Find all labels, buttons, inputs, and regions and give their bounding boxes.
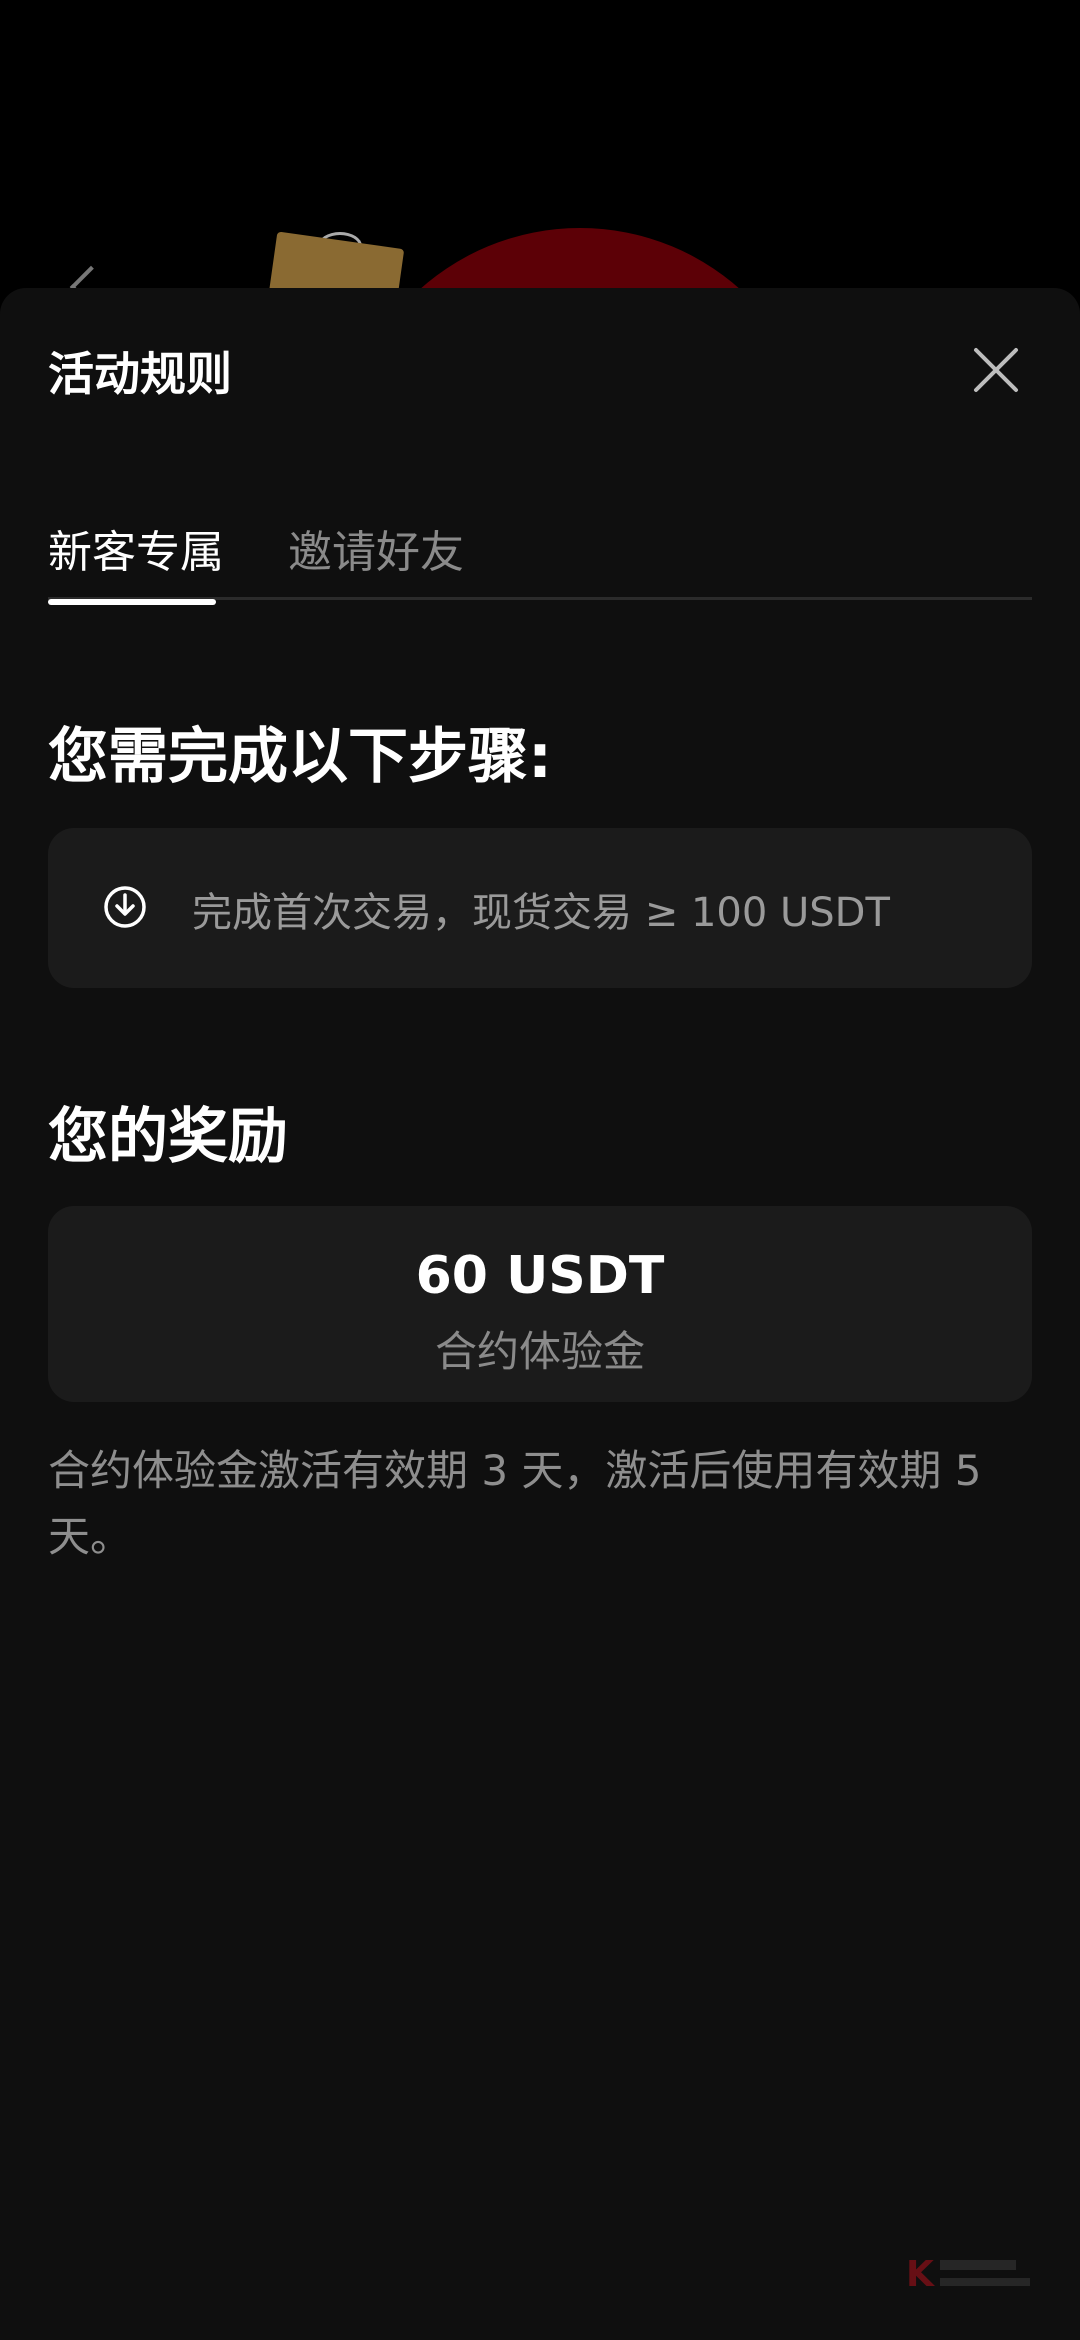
- reward-card: 60 USDT 合约体验金: [48, 1206, 1032, 1402]
- close-icon: [974, 348, 1018, 392]
- download-icon: [104, 886, 146, 928]
- sheet-title: 活动规则: [48, 347, 232, 401]
- step-text: 完成首次交易，现货交易 ≥ 100 USDT: [192, 890, 890, 936]
- step-card: 完成首次交易，现货交易 ≥ 100 USDT: [48, 828, 1032, 988]
- watermark-k-glyph: K: [906, 2254, 934, 2295]
- reward-heading: 您的奖励: [48, 1102, 288, 1172]
- rules-bottom-sheet: 活动规则 新客专属 邀请好友 您需完成以下步骤: 完成首次交易，现货交易 ≥ 1…: [0, 288, 1080, 2340]
- tab-active-indicator: [48, 599, 216, 605]
- tab-bar: 新客专属 邀请好友: [48, 516, 1032, 605]
- watermark-logo: K: [906, 2254, 1036, 2295]
- tab-label: 邀请好友: [288, 527, 464, 578]
- reward-amount: 60 USDT: [415, 1246, 665, 1306]
- tab-new-customer[interactable]: 新客专属: [48, 516, 224, 605]
- watermark-line: [940, 2278, 1030, 2286]
- tab-invite-friends[interactable]: 邀请好友: [288, 516, 464, 600]
- reward-label: 合约体验金: [434, 1327, 645, 1376]
- reward-validity-note: 合约体验金激活有效期 3 天，激活后使用有效期 5 天。: [48, 1446, 982, 1561]
- steps-heading: 您需完成以下步骤:: [48, 722, 552, 792]
- close-button[interactable]: [966, 340, 1026, 400]
- background-banner: [0, 0, 1080, 300]
- watermark-line: [940, 2260, 1016, 2270]
- tab-label: 新客专属: [48, 527, 224, 578]
